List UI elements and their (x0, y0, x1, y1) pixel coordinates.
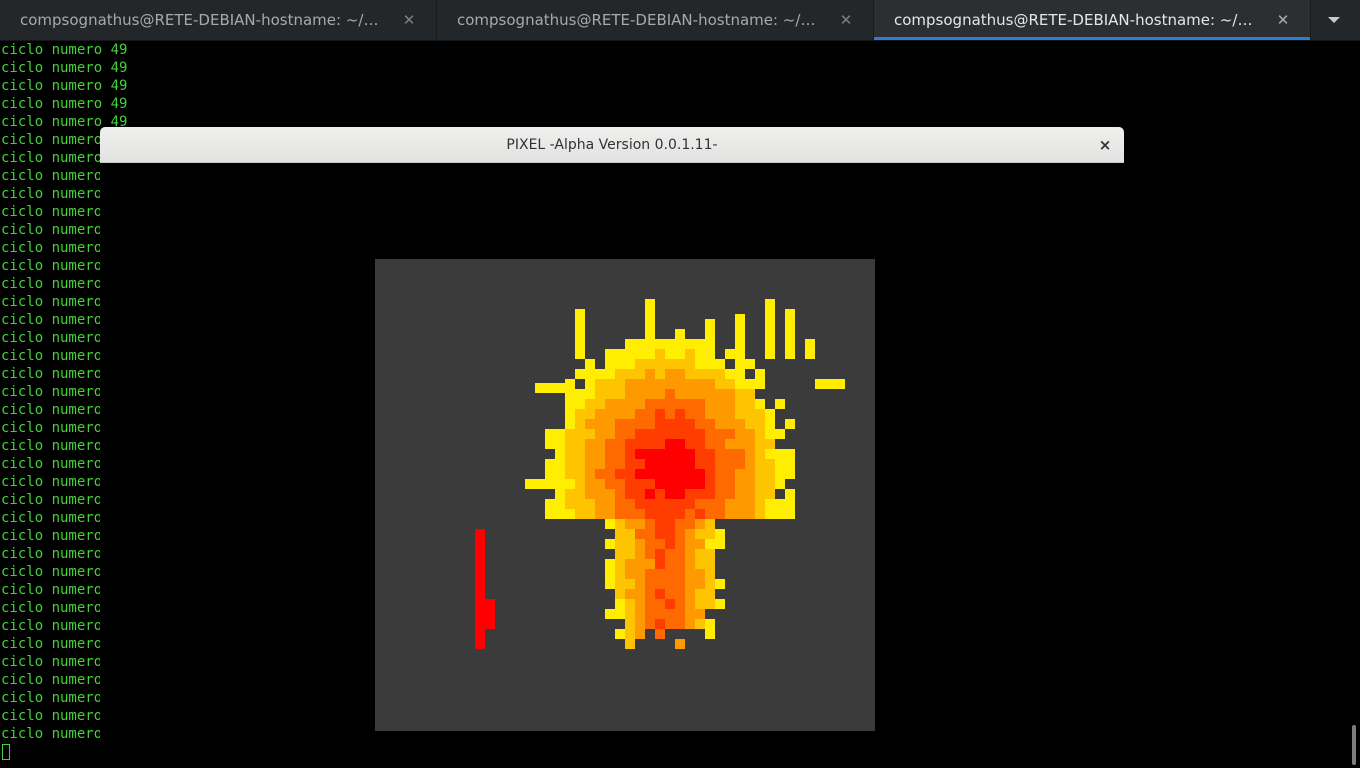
pixel-canvas[interactable] (375, 259, 875, 731)
tab-title: compsognathus@RETE-DEBIAN-hostname: ~/Do… (457, 11, 825, 29)
terminal-cursor (2, 744, 10, 760)
close-icon[interactable]: ✕ (402, 11, 416, 29)
tab-title: compsognathus@RETE-DEBIAN-hostname: ~/Do… (894, 11, 1262, 29)
close-icon[interactable]: ✕ (839, 11, 853, 29)
close-icon[interactable]: × (1096, 136, 1114, 154)
pixel-app-window: PIXEL -Alpha Version 0.0.1.11- × (100, 127, 1124, 768)
terminal-scrollbar[interactable] (1348, 41, 1360, 768)
tab-bar: compsognathus@RETE-DEBIAN-hostname: ~/Do… (0, 0, 1360, 41)
terminal-line: ciclo numero 49 (1, 42, 128, 58)
window-title: PIXEL -Alpha Version 0.0.1.11- (506, 137, 718, 153)
tab-title: compsognathus@RETE-DEBIAN-hostname: ~/Do… (20, 11, 388, 29)
terminal-tab-3-active[interactable]: compsognathus@RETE-DEBIAN-hostname: ~/Do… (874, 0, 1311, 40)
chevron-down-icon (1328, 17, 1340, 23)
terminal-line: ciclo numero 49 (1, 60, 128, 76)
scrollbar-thumb[interactable] (1352, 725, 1356, 765)
terminal-tab-2[interactable]: compsognathus@RETE-DEBIAN-hostname: ~/Do… (437, 0, 874, 40)
terminal-tab-1[interactable]: compsognathus@RETE-DEBIAN-hostname: ~/Do… (0, 0, 437, 40)
flame-pixel-art (475, 299, 845, 649)
window-titlebar[interactable]: PIXEL -Alpha Version 0.0.1.11- × (100, 127, 1124, 163)
terminal-line: ciclo numero 49 (1, 96, 128, 112)
tab-overflow-menu-button[interactable] (1308, 0, 1360, 40)
terminal-line: ciclo numero 49 (1, 78, 128, 94)
close-icon[interactable]: ✕ (1276, 11, 1290, 29)
